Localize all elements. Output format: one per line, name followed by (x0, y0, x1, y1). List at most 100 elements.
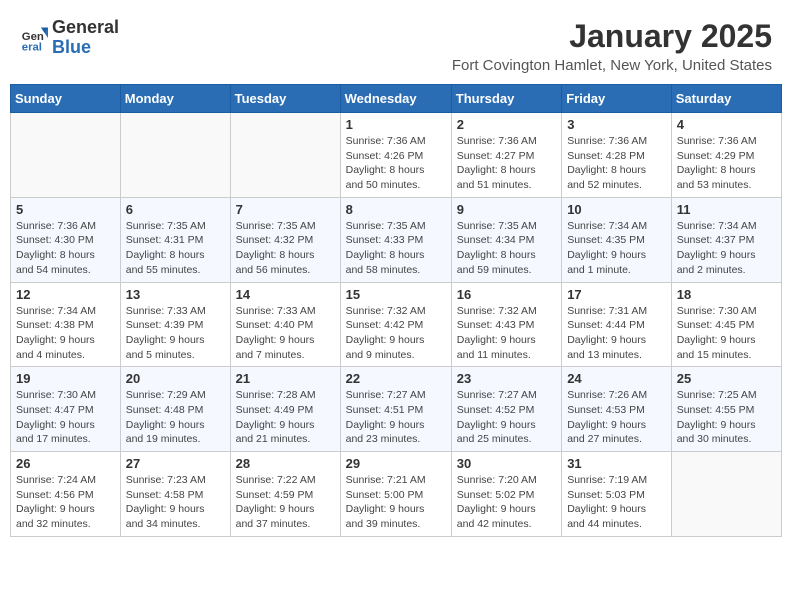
day-info: Sunrise: 7:28 AM Sunset: 4:49 PM Dayligh… (236, 388, 335, 447)
day-info: Sunrise: 7:36 AM Sunset: 4:28 PM Dayligh… (567, 134, 666, 193)
calendar-cell (11, 113, 121, 198)
calendar-cell: 19 Sunrise: 7:30 AM Sunset: 4:47 PM Dayli… (11, 367, 121, 452)
calendar-cell: 16Sunrise: 7:32 AM Sunset: 4:43 PM Dayli… (451, 282, 561, 367)
calendar-week-row: 5 Sunrise: 7:36 AM Sunset: 4:30 PM Daylig… (11, 197, 782, 282)
day-info: Sunrise: 7:29 AM Sunset: 4:48 PM Dayligh… (126, 388, 225, 447)
day-info: Sunrise: 7:26 AM Sunset: 4:53 PM Dayligh… (567, 388, 666, 447)
day-number: 11 (677, 202, 776, 217)
calendar-header-saturday: Saturday (671, 85, 781, 113)
day-info: Sunrise: 7:31 AM Sunset: 4:44 PM Dayligh… (567, 304, 666, 363)
day-info: Sunrise: 7:32 AM Sunset: 4:42 PM Dayligh… (346, 304, 446, 363)
calendar-week-row: 12Sunrise: 7:34 AM Sunset: 4:38 PM Dayli… (11, 282, 782, 367)
calendar-cell: 21 Sunrise: 7:28 AM Sunset: 4:49 PM Dayli… (230, 367, 340, 452)
calendar-cell: 29 Sunrise: 7:21 AM Sunset: 5:00 PM Dayli… (340, 452, 451, 537)
day-info: Sunrise: 7:21 AM Sunset: 5:00 PM Dayligh… (346, 473, 446, 532)
day-info: Sunrise: 7:35 AM Sunset: 4:34 PM Dayligh… (457, 219, 556, 278)
day-number: 14 (236, 287, 335, 302)
day-number: 25 (677, 371, 776, 386)
day-info: Sunrise: 7:33 AM Sunset: 4:40 PM Dayligh… (236, 304, 335, 363)
calendar-cell: 17 Sunrise: 7:31 AM Sunset: 4:44 PM Dayli… (562, 282, 672, 367)
day-info: Sunrise: 7:36 AM Sunset: 4:29 PM Dayligh… (677, 134, 776, 193)
day-info: Sunrise: 7:24 AM Sunset: 4:56 PM Dayligh… (16, 473, 115, 532)
calendar-cell: 6 Sunrise: 7:35 AM Sunset: 4:31 PM Daylig… (120, 197, 230, 282)
day-number: 27 (126, 456, 225, 471)
day-number: 20 (126, 371, 225, 386)
day-info: Sunrise: 7:34 AM Sunset: 4:38 PM Dayligh… (16, 304, 115, 363)
calendar-cell: 7 Sunrise: 7:35 AM Sunset: 4:32 PM Daylig… (230, 197, 340, 282)
svg-text:eral: eral (22, 41, 42, 52)
calendar-cell: 9 Sunrise: 7:35 AM Sunset: 4:34 PM Daylig… (451, 197, 561, 282)
day-number: 26 (16, 456, 115, 471)
calendar-header-row: SundayMondayTuesdayWednesdayThursdayFrid… (11, 85, 782, 113)
calendar-cell: 12Sunrise: 7:34 AM Sunset: 4:38 PM Dayli… (11, 282, 121, 367)
calendar-cell: 24Sunrise: 7:26 AM Sunset: 4:53 PM Dayli… (562, 367, 672, 452)
calendar-header-friday: Friday (562, 85, 672, 113)
day-info: Sunrise: 7:35 AM Sunset: 4:32 PM Dayligh… (236, 219, 335, 278)
calendar-cell: 27 Sunrise: 7:23 AM Sunset: 4:58 PM Dayli… (120, 452, 230, 537)
calendar-header-sunday: Sunday (11, 85, 121, 113)
day-number: 21 (236, 371, 335, 386)
day-info: Sunrise: 7:23 AM Sunset: 4:58 PM Dayligh… (126, 473, 225, 532)
day-number: 13 (126, 287, 225, 302)
day-info: Sunrise: 7:27 AM Sunset: 4:51 PM Dayligh… (346, 388, 446, 447)
day-info: Sunrise: 7:35 AM Sunset: 4:33 PM Dayligh… (346, 219, 446, 278)
calendar-cell: 22Sunrise: 7:27 AM Sunset: 4:51 PM Dayli… (340, 367, 451, 452)
day-info: Sunrise: 7:27 AM Sunset: 4:52 PM Dayligh… (457, 388, 556, 447)
calendar-header-tuesday: Tuesday (230, 85, 340, 113)
title-block: January 2025 Fort Covington Hamlet, New … (452, 18, 772, 74)
calendar-cell: 14 Sunrise: 7:33 AM Sunset: 4:40 PM Dayli… (230, 282, 340, 367)
calendar-cell (120, 113, 230, 198)
day-number: 31 (567, 456, 666, 471)
calendar-cell: 13 Sunrise: 7:33 AM Sunset: 4:39 PM Dayli… (120, 282, 230, 367)
calendar-week-row: 19 Sunrise: 7:30 AM Sunset: 4:47 PM Dayli… (11, 367, 782, 452)
calendar-week-row: 1 Sunrise: 7:36 AM Sunset: 4:26 PM Daylig… (11, 113, 782, 198)
day-info: Sunrise: 7:32 AM Sunset: 4:43 PM Dayligh… (457, 304, 556, 363)
calendar-cell: 3 Sunrise: 7:36 AM Sunset: 4:28 PM Daylig… (562, 113, 672, 198)
calendar-cell: 23 Sunrise: 7:27 AM Sunset: 4:52 PM Dayli… (451, 367, 561, 452)
calendar-cell: 25 Sunrise: 7:25 AM Sunset: 4:55 PM Dayli… (671, 367, 781, 452)
day-info: Sunrise: 7:36 AM Sunset: 4:26 PM Dayligh… (346, 134, 446, 193)
calendar-cell: 2Sunrise: 7:36 AM Sunset: 4:27 PM Daylig… (451, 113, 561, 198)
calendar-week-row: 26 Sunrise: 7:24 AM Sunset: 4:56 PM Dayli… (11, 452, 782, 537)
calendar-cell: 11Sunrise: 7:34 AM Sunset: 4:37 PM Dayli… (671, 197, 781, 282)
calendar-header-wednesday: Wednesday (340, 85, 451, 113)
day-info: Sunrise: 7:33 AM Sunset: 4:39 PM Dayligh… (126, 304, 225, 363)
day-number: 7 (236, 202, 335, 217)
day-info: Sunrise: 7:36 AM Sunset: 4:27 PM Dayligh… (457, 134, 556, 193)
month-title: January 2025 (452, 18, 772, 55)
calendar-cell: 26 Sunrise: 7:24 AM Sunset: 4:56 PM Dayli… (11, 452, 121, 537)
day-info: Sunrise: 7:19 AM Sunset: 5:03 PM Dayligh… (567, 473, 666, 532)
day-info: Sunrise: 7:25 AM Sunset: 4:55 PM Dayligh… (677, 388, 776, 447)
day-info: Sunrise: 7:22 AM Sunset: 4:59 PM Dayligh… (236, 473, 335, 532)
calendar-cell: 18 Sunrise: 7:30 AM Sunset: 4:45 PM Dayli… (671, 282, 781, 367)
day-info: Sunrise: 7:30 AM Sunset: 4:45 PM Dayligh… (677, 304, 776, 363)
day-number: 29 (346, 456, 446, 471)
day-info: Sunrise: 7:30 AM Sunset: 4:47 PM Dayligh… (16, 388, 115, 447)
day-number: 3 (567, 117, 666, 132)
calendar-cell: 31 Sunrise: 7:19 AM Sunset: 5:03 PM Dayli… (562, 452, 672, 537)
day-info: Sunrise: 7:36 AM Sunset: 4:30 PM Dayligh… (16, 219, 115, 278)
logo: Gen eral General Blue (20, 18, 119, 58)
logo-general: General (52, 17, 119, 37)
calendar-cell: 30Sunrise: 7:20 AM Sunset: 5:02 PM Dayli… (451, 452, 561, 537)
calendar-cell: 8Sunrise: 7:35 AM Sunset: 4:33 PM Daylig… (340, 197, 451, 282)
day-number: 1 (346, 117, 446, 132)
calendar-cell (671, 452, 781, 537)
calendar-cell: 10Sunrise: 7:34 AM Sunset: 4:35 PM Dayli… (562, 197, 672, 282)
day-number: 17 (567, 287, 666, 302)
calendar-cell: 28Sunrise: 7:22 AM Sunset: 4:59 PM Dayli… (230, 452, 340, 537)
logo-icon: Gen eral (20, 24, 48, 52)
day-number: 18 (677, 287, 776, 302)
day-number: 15 (346, 287, 446, 302)
day-number: 6 (126, 202, 225, 217)
day-number: 30 (457, 456, 556, 471)
day-number: 9 (457, 202, 556, 217)
day-number: 19 (16, 371, 115, 386)
day-number: 4 (677, 117, 776, 132)
day-number: 5 (16, 202, 115, 217)
day-number: 23 (457, 371, 556, 386)
day-info: Sunrise: 7:35 AM Sunset: 4:31 PM Dayligh… (126, 219, 225, 278)
day-number: 10 (567, 202, 666, 217)
location-title: Fort Covington Hamlet, New York, United … (452, 57, 772, 74)
calendar-cell (230, 113, 340, 198)
